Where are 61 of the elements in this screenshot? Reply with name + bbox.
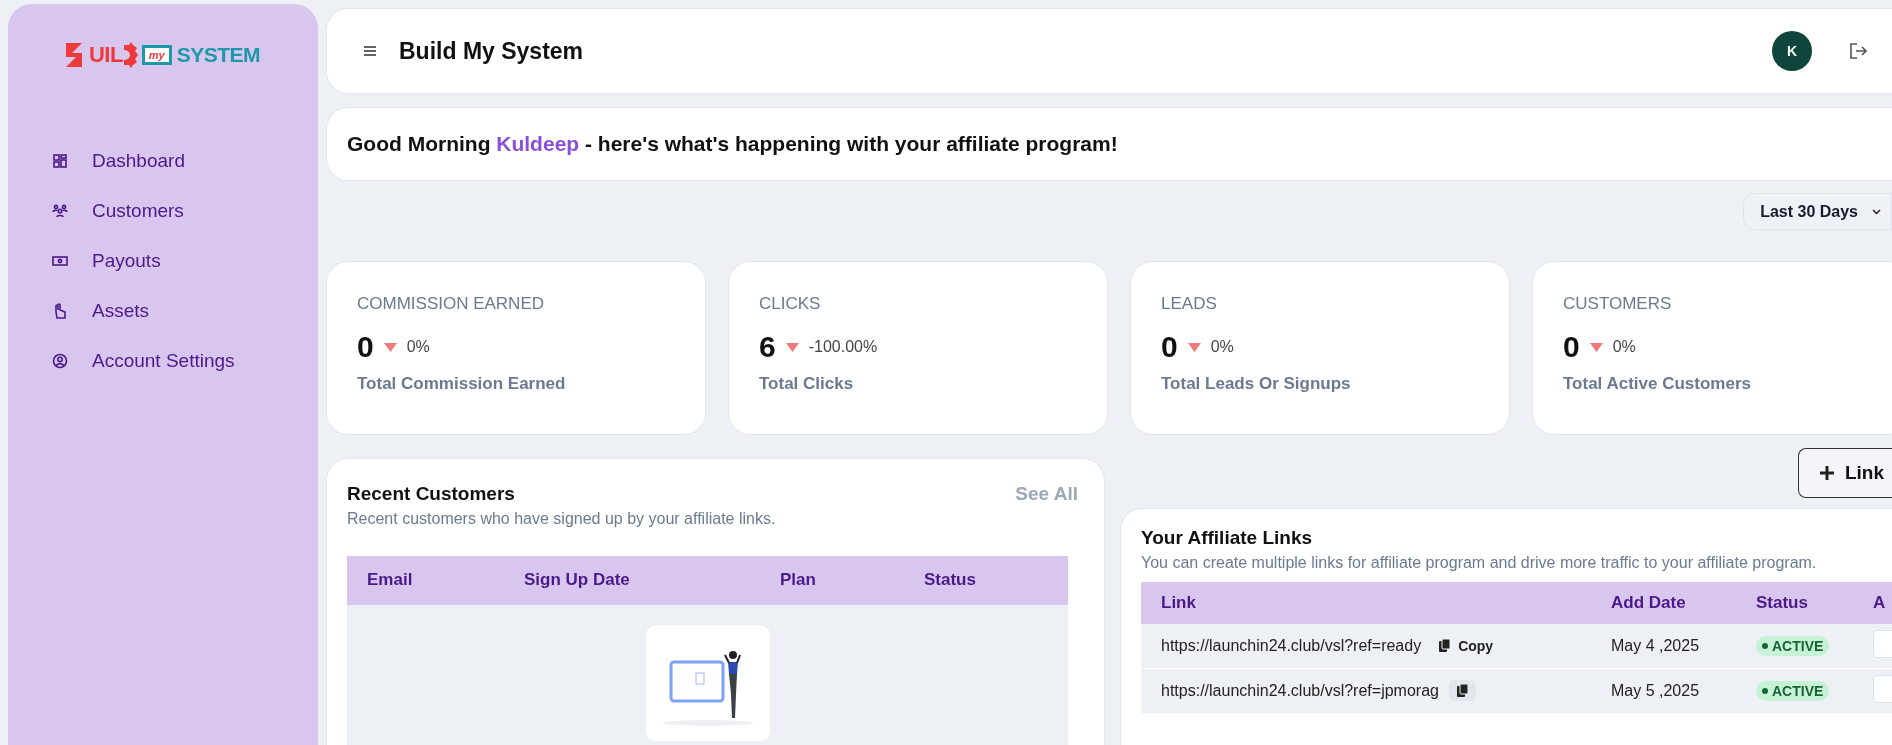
banknote-icon [52, 253, 68, 269]
copy-button[interactable]: Copy [1431, 633, 1502, 658]
logo-text: UIL [88, 42, 123, 68]
stat-change: -100.00% [808, 338, 878, 356]
plus-icon [1818, 465, 1835, 481]
section-title: Recent Customers [347, 483, 516, 505]
chevron-down-icon [1872, 208, 1881, 215]
stat-value: 0 [1161, 330, 1178, 364]
stat-caption: Total Commission Earned [357, 374, 567, 394]
sidebar-item[interactable]: Assets [46, 288, 298, 334]
sidebar-item[interactable]: Customers [46, 188, 298, 234]
column-header: Add Date [1611, 592, 1687, 613]
stat-caption: Total Leads Or Signups [1161, 374, 1352, 394]
grid-icon [52, 153, 68, 169]
column-header: Plan [780, 570, 817, 591]
column-header: A [1873, 592, 1887, 613]
gear-icon [123, 42, 138, 68]
stat-title: CLICKS [759, 294, 822, 314]
copy-icon [1439, 639, 1451, 653]
column-header: Email [367, 570, 414, 591]
column-header: Status [1756, 592, 1809, 613]
menu-icon[interactable] [363, 45, 377, 57]
monitor-logo: my [141, 45, 172, 65]
status-badge: ACTIVE [1756, 636, 1830, 657]
column-header: Status [924, 570, 977, 591]
sidebar-item[interactable]: Account Settings [46, 338, 298, 384]
stat-change: 0% [1612, 338, 1636, 356]
greeting-text: Good Morning Kuldeep - here's what's happening with your affiliate program! [347, 132, 1118, 156]
date-range-dropdown[interactable]: Last 30 Days [1743, 193, 1892, 230]
section-subtitle: You can create multiple links for affiliate program and drive more traffic to your affiliate program. [1141, 553, 1818, 573]
section-subtitle: Recent customers who have signed up by your affiliate links. [347, 509, 776, 529]
column-header: Sign Up Date [524, 570, 631, 591]
sidebar-item[interactable]: Dashboard [46, 138, 298, 184]
column-header: Link [1161, 592, 1197, 613]
add-link-button[interactable]: Link [1797, 448, 1892, 498]
logout-icon[interactable] [1848, 42, 1868, 60]
link-url: https://launchin24.club/vsl?ref=ready [1161, 636, 1422, 655]
stat-value: 0 [1563, 330, 1580, 364]
date-cell-text: May 4 ,2025 [1611, 636, 1701, 655]
stat-value: 0 [357, 330, 374, 364]
status-badge: ACTIVE [1756, 681, 1830, 702]
stat-title: CUSTOMERS [1563, 294, 1673, 314]
stat-title: COMMISSION EARNED [357, 294, 546, 314]
link-url: https://launchin24.club/vsl?ref=jpmorag [1161, 681, 1439, 700]
people-icon [52, 203, 68, 219]
copy-button[interactable] [1448, 680, 1476, 702]
stat-caption: Total Active Customers [1563, 374, 1752, 394]
stat-change: 0% [406, 338, 430, 356]
user-avatar[interactable]: K [1772, 31, 1812, 71]
hand-icon [52, 303, 68, 319]
stat-caption: Total Clicks [759, 374, 855, 394]
date-cell-text: May 5 ,2025 [1611, 681, 1701, 700]
user-circle-icon [52, 353, 68, 369]
logo-text: SYSTEM [176, 43, 261, 67]
sidebar-item[interactable]: Payouts [46, 238, 298, 284]
app-title: Build My System [399, 37, 584, 65]
copy-icon [1456, 684, 1468, 698]
stat-title: LEADS [1161, 294, 1218, 314]
stat-value: 6 [759, 330, 776, 364]
section-title: Your Affiliate Links [1141, 527, 1314, 549]
stat-change: 0% [1210, 338, 1234, 356]
